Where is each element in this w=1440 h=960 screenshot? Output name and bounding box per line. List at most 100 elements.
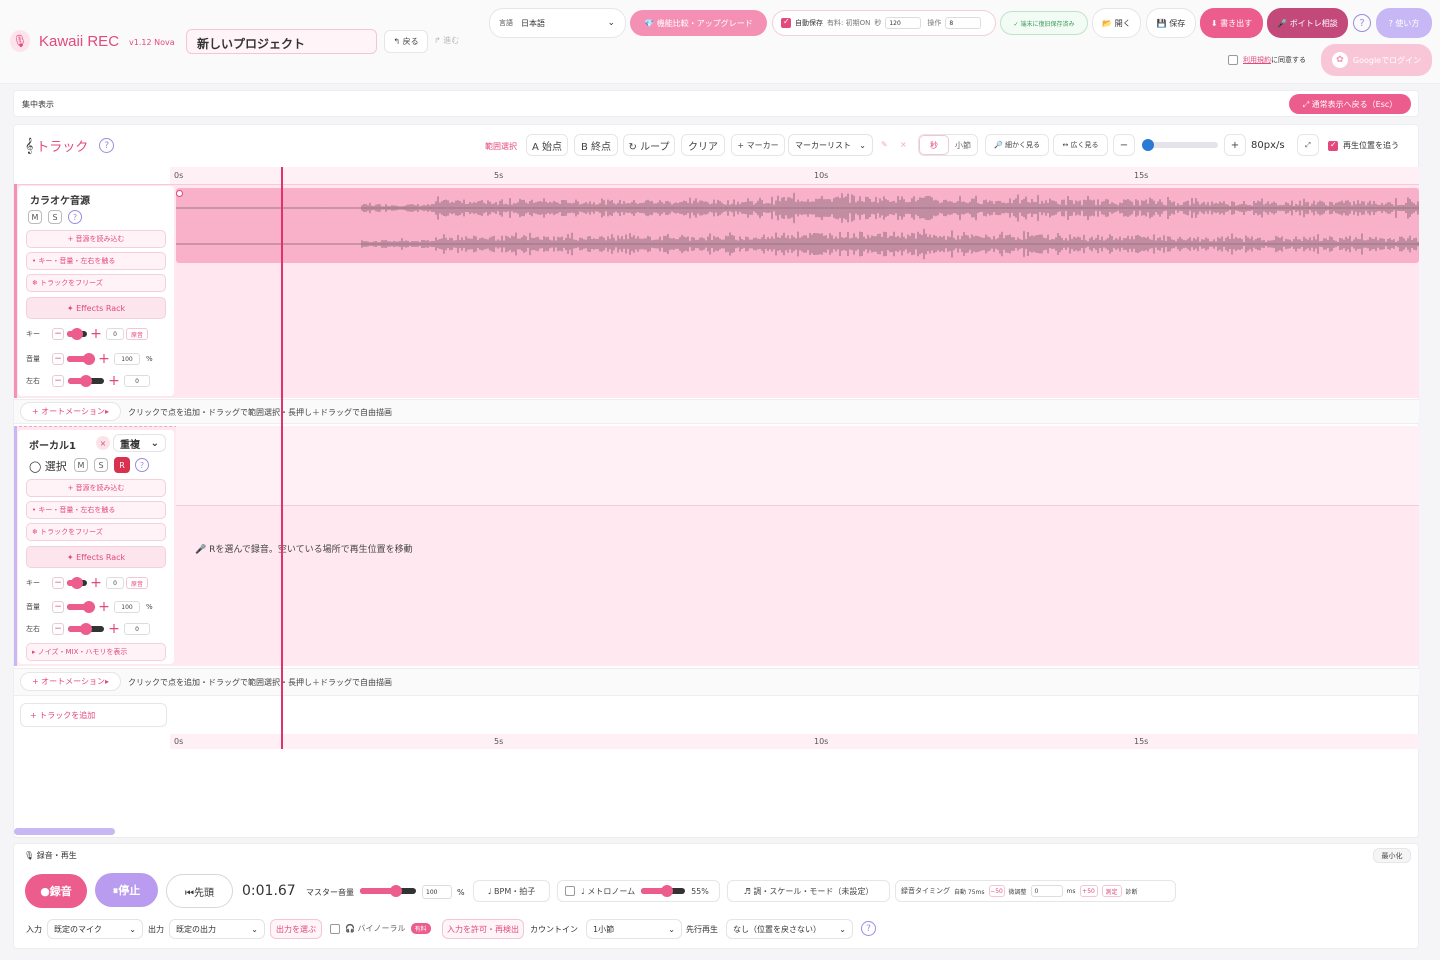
playhead[interactable]: [281, 167, 283, 749]
track1-vol-value[interactable]: 100: [114, 353, 140, 365]
track2-adjust-button[interactable]: • キー・音量・左右を触る: [26, 501, 166, 519]
track2-pan-value[interactable]: 0: [124, 623, 150, 635]
a-start-button[interactable]: A 始点: [526, 134, 568, 156]
zoom-slider-knob[interactable]: [1142, 139, 1154, 151]
minimize-button[interactable]: 最小化: [1373, 848, 1411, 863]
track2-key-plus[interactable]: +: [90, 575, 102, 591]
rewind-button[interactable]: ⏮先頭: [166, 874, 233, 908]
metronome-slider[interactable]: [641, 885, 686, 897]
add-track-button[interactable]: + トラックを追加: [20, 703, 167, 727]
measure-button[interactable]: 測定: [1101, 885, 1122, 897]
stop-button[interactable]: ⏸停止: [95, 873, 158, 907]
countin-select[interactable]: 1小節 ⌄: [586, 919, 682, 939]
loop-button[interactable]: ↻ ループ: [623, 134, 675, 156]
delete-marker-icon[interactable]: ×: [900, 140, 907, 149]
master-volume-value[interactable]: 100: [422, 885, 452, 899]
track1-key-value[interactable]: 0: [106, 328, 124, 340]
tracks-help-icon[interactable]: ?: [99, 138, 115, 153]
track1-key-original[interactable]: 原音: [126, 328, 148, 340]
track2-pan-slider[interactable]: [68, 623, 104, 635]
track2-vol-value[interactable]: 100: [114, 601, 140, 613]
track2-key-original[interactable]: 原音: [126, 577, 148, 589]
time-ruler-bottom[interactable]: [170, 734, 1419, 749]
zoom-plus-button[interactable]: +: [1224, 134, 1246, 156]
help-icon[interactable]: ?: [1353, 14, 1371, 32]
autosave-checkbox[interactable]: [781, 17, 791, 28]
fine-value[interactable]: 0: [1030, 885, 1063, 897]
record-button[interactable]: ●録音: [25, 874, 87, 908]
terms-link[interactable]: 利用規約: [1243, 55, 1271, 65]
preroll-select[interactable]: なし（位置を戻さない） ⌄: [726, 919, 853, 939]
track2-key-slider[interactable]: [67, 577, 87, 589]
choose-output-button[interactable]: 出力を選ぶ: [270, 919, 322, 939]
track2-vol-minus[interactable]: −: [52, 601, 64, 613]
b-end-button[interactable]: B 終点: [574, 134, 618, 156]
track1-vol-slider[interactable]: [67, 353, 95, 365]
track1-key-plus[interactable]: +: [90, 326, 102, 342]
track2-vol-slider[interactable]: [67, 601, 95, 613]
track2-key-minus[interactable]: −: [52, 577, 64, 589]
ops-input[interactable]: 8: [945, 17, 982, 29]
track2-help-icon[interactable]: ?: [135, 458, 149, 472]
track1-pan-slider[interactable]: [68, 375, 104, 387]
redo-button[interactable]: ↱ 進む: [434, 35, 459, 46]
track2-freeze-button[interactable]: ❄ トラックをフリーズ: [26, 523, 166, 541]
export-button[interactable]: ⬇ 書き出す: [1200, 8, 1263, 38]
howto-button[interactable]: ? 使い方: [1376, 8, 1432, 38]
track1-load-button[interactable]: + 音源を読み込む: [26, 230, 166, 248]
track2-vol-plus[interactable]: +: [98, 599, 110, 615]
clear-button[interactable]: クリア: [681, 134, 725, 156]
zoom-minus-button[interactable]: −: [1113, 134, 1135, 156]
track2-name[interactable]: ボーカル1: [29, 437, 76, 452]
zoom-in-button[interactable]: 🔎 細かく見る: [985, 134, 1049, 156]
zoom-out-button[interactable]: ↔ 広く見る: [1053, 134, 1108, 156]
track2-pan-minus[interactable]: −: [52, 623, 64, 635]
track1-pan-minus[interactable]: −: [52, 375, 64, 387]
track2-remove-button[interactable]: ×: [96, 436, 110, 450]
track1-key-minus[interactable]: −: [52, 328, 64, 340]
track2-noise-toggle[interactable]: ▸ ノイズ・MIX・ハモリを表示: [26, 643, 166, 661]
undo-button[interactable]: ↰ 戻る: [384, 30, 428, 53]
track2-select-radio[interactable]: ◯ 選択: [29, 458, 67, 474]
open-button[interactable]: 📂 開く: [1092, 8, 1141, 38]
track1-automation-button[interactable]: + オートメーション▸: [20, 402, 121, 421]
language-select[interactable]: 言語 日本語 ⌄: [489, 8, 626, 38]
terms-checkbox[interactable]: [1228, 55, 1238, 65]
scale-button[interactable]: ♬ 調・スケール・モード（未設定）: [727, 880, 890, 902]
horizontal-scrollbar[interactable]: [14, 828, 115, 835]
track1-vol-minus[interactable]: −: [52, 353, 64, 365]
pencil-icon[interactable]: ✎: [881, 140, 888, 149]
track1-help-icon[interactable]: ?: [68, 210, 82, 224]
add-marker-button[interactable]: + マーカー: [731, 134, 785, 156]
track2-automation-button[interactable]: + オートメーション▸: [20, 672, 121, 691]
zoom-slider[interactable]: [1142, 139, 1218, 151]
track1-audio-clip[interactable]: [176, 188, 1419, 263]
range-select-label[interactable]: 範囲選択: [485, 141, 517, 152]
track1-effects-button[interactable]: ✦ Effects Rack: [26, 297, 166, 319]
allow-input-button[interactable]: 入力を許可・再検出: [442, 919, 524, 939]
time-ruler[interactable]: [170, 167, 1419, 184]
track1-pan-value[interactable]: 0: [124, 375, 150, 387]
track2-key-value[interactable]: 0: [106, 577, 124, 589]
voice-training-button[interactable]: 🎤 ボイトレ相談: [1267, 8, 1348, 38]
google-login-button[interactable]: ✿ Googleでログイン: [1321, 44, 1432, 76]
track2-mode-select[interactable]: 重複 ⌄: [113, 434, 166, 452]
marker-list-select[interactable]: マーカーリスト ⌄: [788, 134, 873, 156]
input-select[interactable]: 既定のマイク ⌄: [47, 919, 143, 939]
track1-pan-plus[interactable]: +: [108, 373, 120, 389]
track1-key-slider[interactable]: [67, 328, 87, 340]
binaural-checkbox[interactable]: [330, 923, 340, 934]
time-unit-toggle[interactable]: 秒 小節: [918, 134, 978, 156]
follow-checkbox[interactable]: [1328, 140, 1338, 151]
track2-record-button[interactable]: R: [114, 457, 130, 473]
sec-input[interactable]: 120: [885, 17, 922, 29]
track1-mute-button[interactable]: M: [28, 210, 42, 224]
master-volume-slider[interactable]: [360, 885, 416, 897]
sec-unit-button[interactable]: 秒: [919, 135, 949, 155]
upgrade-button[interactable]: 💎 機能比較・アップグレード: [630, 10, 767, 36]
track1-vol-plus[interactable]: +: [98, 351, 110, 367]
timing-minus50[interactable]: −50: [988, 885, 1005, 897]
track2-mute-button[interactable]: M: [74, 458, 88, 472]
timing-plus50[interactable]: +50: [1079, 885, 1098, 897]
metronome-checkbox[interactable]: [565, 886, 575, 896]
